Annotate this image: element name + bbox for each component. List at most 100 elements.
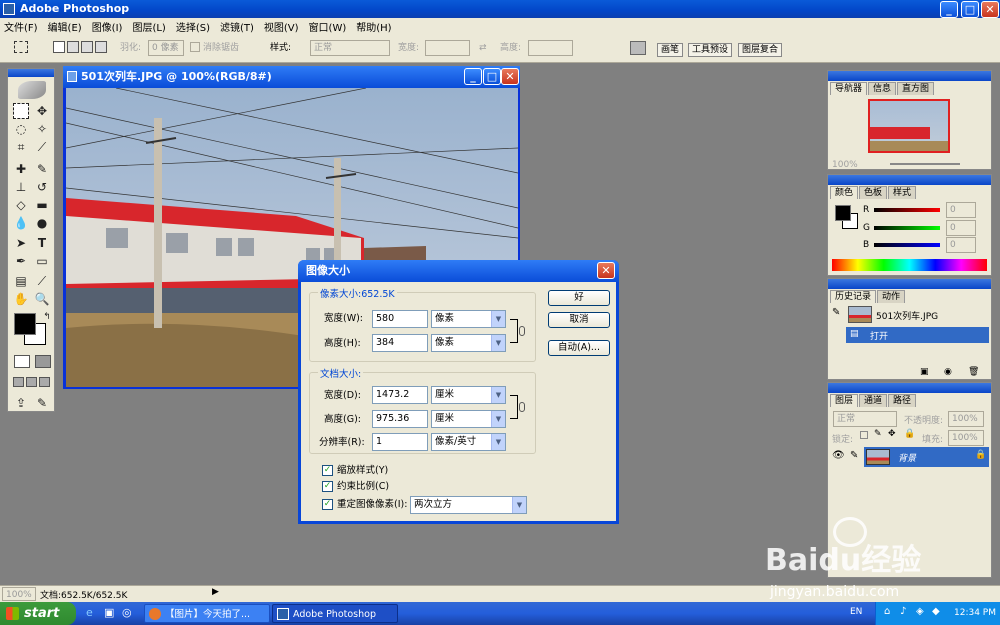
g-input[interactable]: 0 [946,220,976,236]
menu-file[interactable]: 文件(F) [4,19,38,34]
screen-mode-3-icon[interactable] [39,377,50,387]
ok-button[interactable]: 好 [548,290,610,306]
maximize-button[interactable]: □ [961,1,979,18]
dodge-tool-icon[interactable]: ● [34,215,50,231]
toolbox-titlebar[interactable] [8,69,54,77]
language-indicator[interactable]: EN [850,607,862,617]
swap-icon[interactable]: ⇄ [479,40,487,56]
imageready-jump-icon[interactable]: ⇪ [13,395,29,411]
doc-maximize-button[interactable]: □ [483,68,501,85]
magic-wand-icon[interactable]: ✧ [34,121,50,137]
layer-brush-icon[interactable]: ✎ [850,450,858,461]
close-button[interactable]: ✕ [981,1,999,18]
new-document-icon[interactable]: ▣ [920,367,929,377]
menu-help[interactable]: 帮助(H) [356,19,391,34]
ie-icon[interactable]: e [86,606,93,619]
gradient-tool-icon[interactable]: ▬ [34,197,50,213]
panel-fg-swatch[interactable] [835,205,851,221]
document-titlebar[interactable]: 501次列车.JPG @ 100%(RGB/8#) _ □ ✕ [63,66,520,88]
tab-swatches[interactable]: 色板 [859,186,888,199]
taskbar-photoshop-button[interactable]: Adobe Photoshop [272,604,398,623]
palette-well-icon[interactable] [630,41,646,55]
lock-transparency-icon[interactable] [860,431,868,439]
layers-panel-titlebar[interactable] [828,383,991,393]
lock-pixels-icon[interactable]: ✎ [874,429,882,439]
doc-minimize-button[interactable]: _ [464,68,482,85]
screen-mode-1-icon[interactable] [13,377,24,387]
standard-mode-icon[interactable] [14,355,30,368]
resolution-input[interactable]: 1 [372,433,428,451]
selection-new-icon[interactable] [53,41,65,53]
dialog-titlebar[interactable]: 图像大小 ✕ [298,260,619,282]
status-zoom[interactable]: 100% [2,587,36,601]
menu-view[interactable]: 视图(V) [264,19,299,34]
layer-row[interactable]: 👁 ✎ 背景 🔒 [830,447,989,467]
tab-info[interactable]: 信息 [868,82,897,95]
type-tool-icon[interactable]: T [34,235,50,251]
tab-layers[interactable]: 图层 [830,394,859,407]
opacity-input[interactable]: 100% [948,411,984,427]
history-step-row[interactable]: ▤ 打开 [846,327,989,343]
tab-styles[interactable]: 样式 [888,186,917,199]
tab-brushes[interactable]: 画笔 [657,43,684,57]
navigator-zoom[interactable]: 100% [832,160,858,170]
scale-styles-checkbox[interactable]: ✓ [322,465,333,476]
shape-tool-icon[interactable]: ▭ [34,253,50,269]
b-input[interactable]: 0 [946,237,976,253]
cancel-button[interactable]: 取消 [548,312,610,328]
lasso-tool-icon[interactable]: ◌ [13,121,29,137]
dialog-close-button[interactable]: ✕ [597,262,615,279]
navigator-panel-titlebar[interactable] [828,71,991,81]
history-brush-icon[interactable]: ↺ [34,179,50,195]
tab-histogram[interactable]: 直方图 [897,82,935,95]
tray-app-icon[interactable]: ◈ [916,606,924,617]
desktop-icon[interactable]: ▣ [104,606,114,619]
tab-paths[interactable]: 路径 [888,394,917,407]
start-button[interactable]: start [0,602,76,625]
px-width-input[interactable]: 580 [372,310,428,328]
b-slider[interactable] [874,243,940,247]
doc-height-unit-select[interactable]: 厘米 ▼ [431,410,506,428]
g-slider[interactable] [874,226,940,230]
r-slider[interactable] [874,208,940,212]
history-snapshot-row[interactable]: ✎ 501次列车.JPG [830,305,989,325]
width-input[interactable] [425,40,470,56]
feather-logo-icon[interactable] [18,81,46,99]
height-input[interactable] [528,40,573,56]
fill-input[interactable]: 100% [948,430,984,446]
lock-position-icon[interactable]: ✥ [888,429,896,439]
trash-icon[interactable]: 🗑 [968,367,979,377]
navigator-zoom-slider[interactable] [890,163,960,165]
menu-image[interactable]: 图像(I) [92,19,123,34]
navigator-thumbnail[interactable] [868,99,950,153]
selection-intersect-icon[interactable] [95,41,107,53]
feather-input[interactable]: 0 像素 [148,40,184,56]
doc-close-button[interactable]: ✕ [501,68,519,85]
swap-colors-icon[interactable]: ↰ [39,309,55,325]
notes-tool-icon[interactable]: ▤ [13,273,29,289]
menu-window[interactable]: 窗口(W) [309,19,347,34]
blend-mode-select[interactable]: 正常 [833,411,897,427]
auto-button[interactable]: 自动(A)... [548,340,610,356]
screen-mode-2-icon[interactable] [26,377,37,387]
tab-navigator[interactable]: 导航器 [830,82,868,95]
taskbar-browser-button[interactable]: 【图片】今天拍了... [144,604,270,623]
volume-icon[interactable]: ♪ [900,606,906,617]
px-width-unit-select[interactable]: 像素 ▼ [431,310,506,328]
marquee-tool-icon[interactable] [13,103,29,119]
px-height-input[interactable]: 384 [372,334,428,352]
r-input[interactable]: 0 [946,202,976,218]
selection-subtract-icon[interactable] [81,41,93,53]
eyedropper-tool-icon[interactable]: ⟋ [34,273,50,289]
pen-tool-icon[interactable]: ✒ [13,253,29,269]
resample-checkbox[interactable]: ✓ [322,499,333,510]
snapshot-camera-icon[interactable]: ◉ [944,367,952,377]
edit-in-imageready-icon[interactable]: ✎ [34,395,50,411]
resolution-unit-select[interactable]: 像素/英寸 ▼ [431,433,506,451]
zoom-tool-icon[interactable]: 🔍 [34,291,50,307]
move-tool-icon[interactable]: ✥ [34,103,50,119]
marquee-preset-icon[interactable] [14,41,28,53]
menu-filter[interactable]: 滤镜(T) [220,19,254,34]
doc-width-input[interactable]: 1473.2 [372,386,428,404]
status-menu-arrow-icon[interactable]: ▶ [212,587,219,597]
